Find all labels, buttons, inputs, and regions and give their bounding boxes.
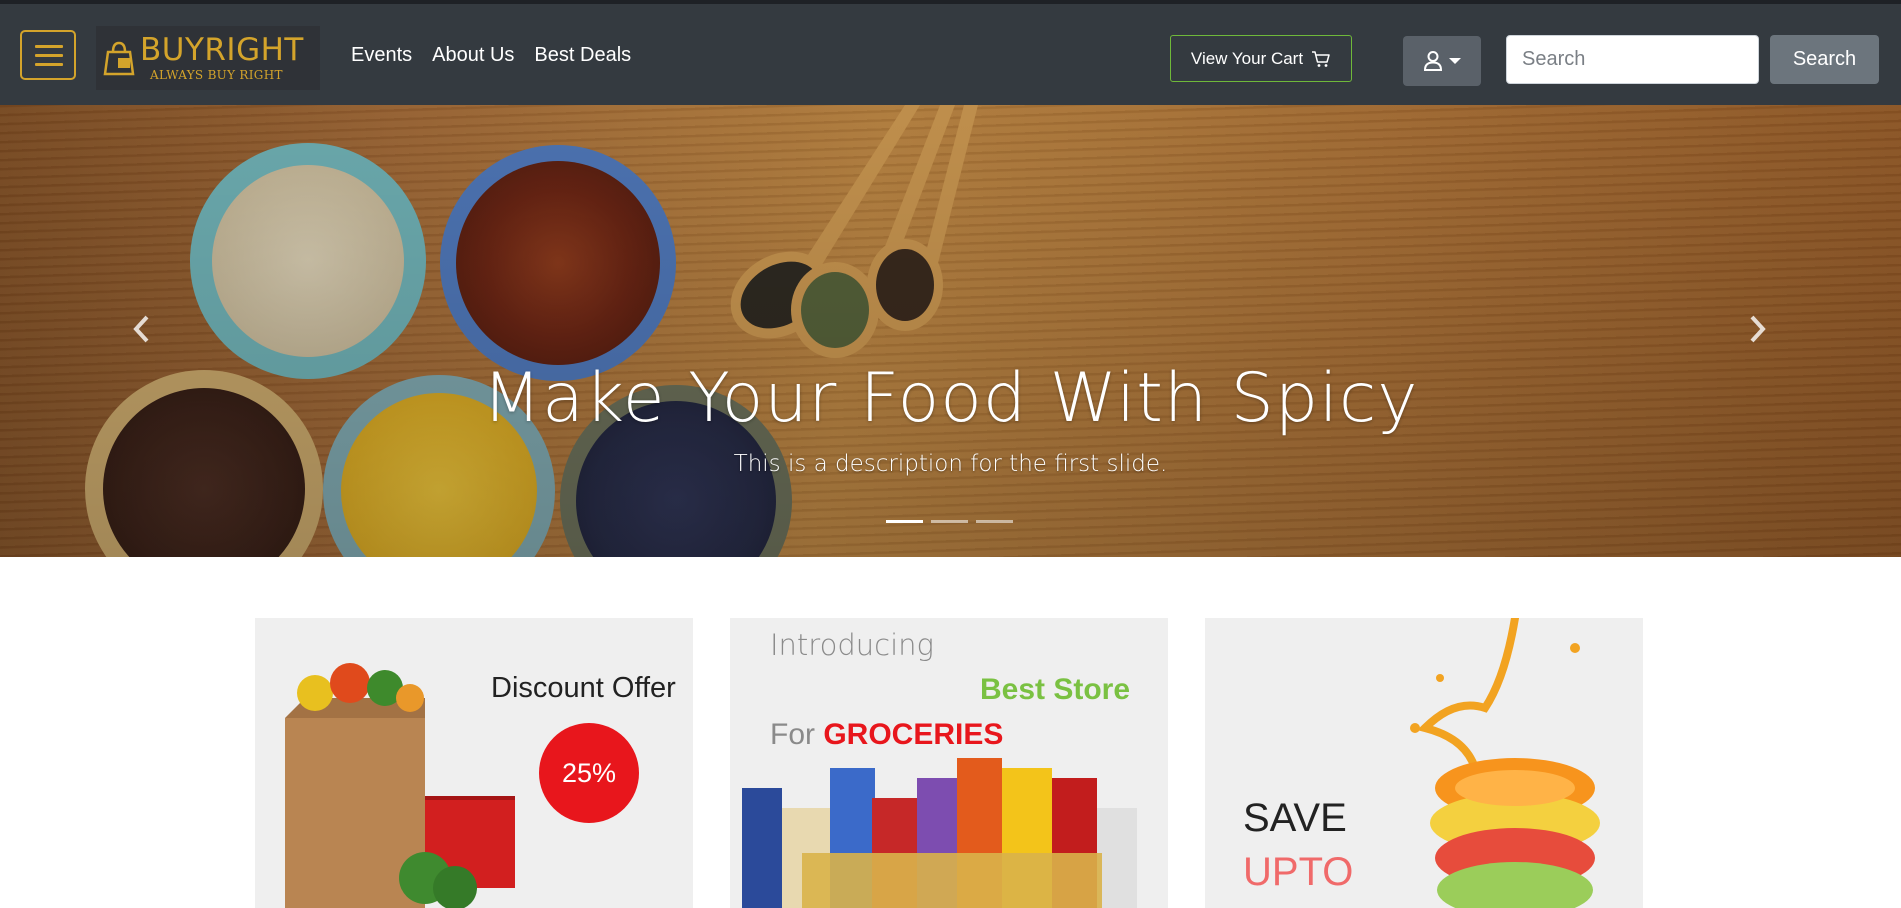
- carousel-indicator-3[interactable]: [976, 520, 1013, 523]
- carousel-prev-button[interactable]: [130, 313, 154, 345]
- store-for-text: For: [770, 718, 815, 751]
- fruit-splash-image: [1410, 618, 1600, 908]
- view-cart-button[interactable]: View Your Cart: [1170, 35, 1352, 82]
- navbar: BUYRIGHT ALWAYS BUY RIGHT Events About U…: [0, 4, 1901, 105]
- slide-title: Make Your Food With Spicy: [482, 359, 1419, 438]
- nav-links: Events About Us Best Deals: [351, 44, 631, 67]
- discount-badge: 25%: [539, 723, 639, 823]
- hamburger-line: [35, 54, 63, 57]
- hero-carousel: Make Your Food With Spicy This is a desc…: [0, 105, 1901, 557]
- nav-link-events[interactable]: Events: [351, 44, 412, 67]
- save-upto-card[interactable]: SAVE UPTO: [1205, 618, 1643, 908]
- slide-description: This is a description for the first slid…: [733, 451, 1168, 477]
- store-category-text: GROCERIES: [823, 718, 1004, 751]
- cart-icon: [1312, 50, 1330, 67]
- carousel-indicators: [886, 520, 1013, 523]
- carousel-next-button[interactable]: [1745, 313, 1769, 345]
- discount-title: Discount Offer: [491, 672, 676, 704]
- discount-offer-card[interactable]: Discount Offer 25%: [255, 618, 693, 908]
- save-text: SAVE: [1243, 796, 1347, 840]
- shopping-bag-icon: [103, 41, 135, 76]
- brand-tagline: ALWAYS BUY RIGHT: [150, 68, 283, 82]
- brand-name: BUYRIGHT: [140, 32, 304, 68]
- store-intro-text: Introducing: [770, 628, 934, 662]
- carousel-indicator-2[interactable]: [931, 520, 968, 523]
- search-button[interactable]: Search: [1770, 35, 1879, 84]
- hamburger-line: [35, 63, 63, 66]
- user-menu-button[interactable]: [1403, 36, 1481, 86]
- brand-logo[interactable]: BUYRIGHT ALWAYS BUY RIGHT: [96, 26, 320, 90]
- search-input[interactable]: [1506, 35, 1759, 84]
- store-for-line: For GROCERIES: [770, 718, 1003, 752]
- upto-text: UPTO: [1243, 850, 1354, 894]
- nav-link-best-deals[interactable]: Best Deals: [534, 44, 631, 67]
- user-icon: [1423, 51, 1443, 71]
- hamburger-line: [35, 45, 63, 48]
- best-store-card[interactable]: Introducing Best Store For GROCERIES: [730, 618, 1168, 908]
- grocery-bag-image: [285, 663, 515, 908]
- grocery-products-image: [742, 758, 1137, 908]
- carousel-indicator-1[interactable]: [886, 520, 923, 523]
- nav-link-about-us[interactable]: About Us: [432, 44, 514, 67]
- view-cart-label: View Your Cart: [1190, 48, 1304, 68]
- carousel-overlay: [0, 105, 1901, 557]
- menu-toggle-button[interactable]: [20, 30, 76, 80]
- chevron-down-icon: [1449, 58, 1461, 64]
- store-highlight-text: Best Store: [980, 673, 1131, 706]
